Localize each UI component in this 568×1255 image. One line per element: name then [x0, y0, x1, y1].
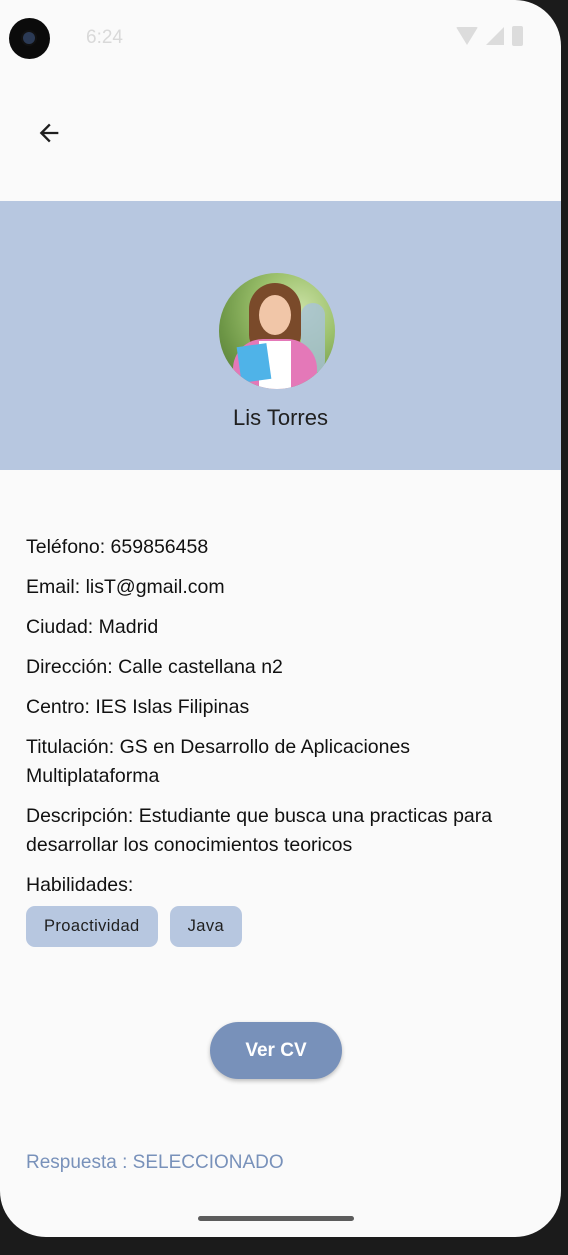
description-text: Descripción: Estudiante que busca una pr…	[26, 805, 493, 856]
profile-header: Lis Torres	[0, 201, 561, 470]
arrow-left-icon	[39, 123, 59, 143]
phone-text: Teléfono: 659856458	[26, 536, 209, 558]
battery-icon	[512, 26, 523, 46]
status-icons	[456, 26, 523, 46]
home-indicator[interactable]	[198, 1216, 354, 1221]
address-text: Dirección: Calle castellana n2	[26, 656, 283, 678]
skill-chip[interactable]: Proactividad	[26, 906, 158, 947]
skill-chip[interactable]: Java	[169, 906, 243, 947]
email-text: Email: lisT@gmail.com	[26, 576, 225, 598]
city-text: Ciudad: Madrid	[26, 616, 159, 638]
avatar	[219, 273, 335, 389]
skills-chips: Proactividad Java	[26, 906, 536, 947]
center-text: Centro: IES Islas Filipinas	[26, 696, 250, 718]
signal-icon	[486, 27, 504, 45]
response-status: Respuesta : SELECCIONADO	[26, 1152, 284, 1173]
skills-label: Habilidades:	[26, 874, 134, 896]
view-cv-button[interactable]: Ver CV	[210, 1022, 342, 1079]
back-button[interactable]	[22, 106, 76, 160]
status-time: 6:24	[86, 27, 123, 48]
wifi-icon	[456, 27, 478, 45]
profile-name: Lis Torres	[233, 405, 328, 430]
status-bar: 6:24	[0, 0, 561, 78]
details-list: Teléfono: 659856458 Email: lisT@gmail.co…	[26, 533, 536, 947]
camera-icon	[9, 18, 50, 59]
degree-text: Titulación: GS en Desarrollo de Aplicaci…	[26, 736, 411, 787]
screen: 6:24 Lis Torres Teléfono: 659856458 Emai…	[0, 0, 561, 1237]
